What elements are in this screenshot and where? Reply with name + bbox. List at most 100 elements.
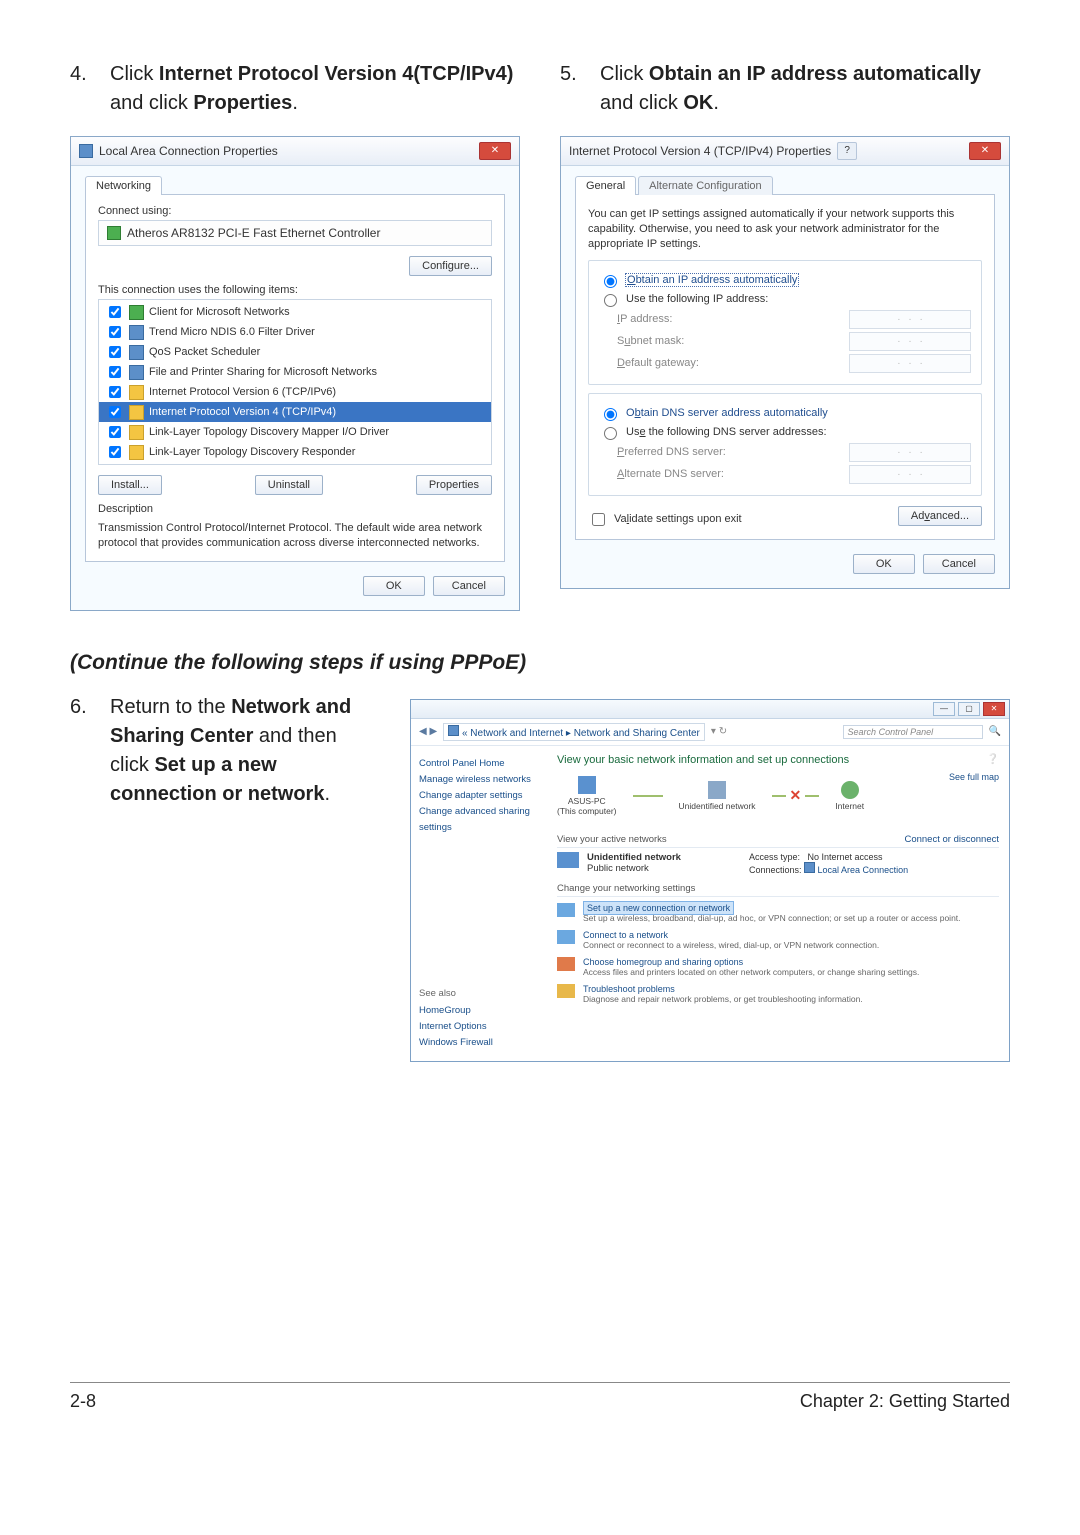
step-text: Click Internet Protocol Version 4(TCP/IP… [110,60,520,118]
ip-address-field: . . . [849,310,971,329]
cancel-button[interactable]: Cancel [923,554,995,574]
client-icon [129,305,144,320]
intro-text: You can get IP settings assigned automat… [588,207,982,252]
cancel-button[interactable]: Cancel [433,576,505,596]
gateway-label: Default gateway: [599,357,843,369]
see-also-label: See also [419,986,539,1002]
fileshare-icon [129,365,144,380]
configure-button[interactable]: Configure... [409,256,492,276]
task-connect-to-network[interactable]: Connect to a network Connect or reconnec… [557,930,999,951]
qos-icon [129,345,144,360]
sidebar-change-adapter[interactable]: Change adapter settings [419,788,539,804]
adapter-icon [107,226,121,240]
pref-dns-label: Preferred DNS server: [599,446,843,458]
radio-obtain-ip-auto[interactable]: Obtain an IP address automatically [599,272,971,288]
chapter-title: Chapter 2: Getting Started [800,1391,1010,1412]
tab-alternate-config[interactable]: Alternate Configuration [638,176,773,195]
list-item[interactable]: File and Printer Sharing for Microsoft N… [99,362,491,382]
see-full-map-link[interactable]: See full map [949,772,999,826]
radio-input[interactable] [604,427,617,440]
install-button[interactable]: Install... [98,475,162,495]
connect-disconnect-link[interactable]: Connect or disconnect [904,834,999,845]
item-checkbox[interactable] [109,426,121,438]
task-setup-new-connection[interactable]: Set up a new connection or network Set u… [557,903,999,924]
radio-input[interactable] [604,294,617,307]
step-number: 5. [560,60,582,118]
item-checkbox[interactable] [109,346,121,358]
connection-items-list[interactable]: Client for Microsoft Networks Trend Micr… [98,299,492,465]
radio-use-following-ip[interactable]: Use the following IP address: [599,291,971,307]
unidentified-network-label: Unidentified network [587,852,681,863]
close-button[interactable]: ✕ [983,702,1005,716]
list-item-selected[interactable]: Internet Protocol Version 4 (TCP/IPv4) [99,402,491,422]
description-label: Description [98,503,492,515]
item-checkbox[interactable] [109,446,121,458]
gateway-field: . . . [849,354,971,373]
list-item[interactable]: Trend Micro NDIS 6.0 Filter Driver [99,322,491,342]
lltd-mapper-icon [129,425,144,440]
ok-button[interactable]: OK [363,576,425,596]
validate-checkbox-row[interactable]: Validate settings upon exit [588,510,742,529]
radio-use-following-dns[interactable]: Use the following DNS server addresses: [599,424,971,440]
task-homegroup-sharing[interactable]: Choose homegroup and sharing options Acc… [557,957,999,978]
ok-button[interactable]: OK [853,554,915,574]
tab-general[interactable]: General [575,176,636,195]
list-item[interactable]: Link-Layer Topology Discovery Responder [99,442,491,462]
network-node-icon [708,781,726,799]
radio-input[interactable] [604,275,617,288]
breadcrumb: ◀ ▶ « Network and Internet ▸ Network and… [411,719,1009,746]
dialog-title: Internet Protocol Version 4 (TCP/IPv4) P… [569,144,831,158]
close-button[interactable]: ✕ [969,142,1001,160]
view-active-label: View your active networks [557,834,667,845]
uninstall-button[interactable]: Uninstall [255,475,323,495]
uses-label: This connection uses the following items… [98,284,492,296]
subnet-mask-label: Subnet mask: [599,335,843,347]
list-item[interactable]: QoS Packet Scheduler [99,342,491,362]
list-item[interactable]: Client for Microsoft Networks [99,302,491,322]
step-6: 6. Return to the Network and Sharing Cen… [70,693,370,809]
item-checkbox[interactable] [109,386,121,398]
task-troubleshoot[interactable]: Troubleshoot problems Diagnose and repai… [557,984,999,1005]
step-number: 4. [70,60,92,118]
item-checkbox[interactable] [109,366,121,378]
sidebar-manage-wireless[interactable]: Manage wireless networks [419,772,539,788]
ipv4-icon [129,405,144,420]
step-4: 4. Click Internet Protocol Version 4(TCP… [70,60,520,118]
item-checkbox[interactable] [109,326,121,338]
local-area-connection-link[interactable]: Local Area Connection [818,865,909,875]
close-button[interactable]: ✕ [479,142,511,160]
ip-address-label: IP address: [599,313,843,325]
sidebar-windows-firewall[interactable]: Windows Firewall [419,1035,539,1051]
radio-input[interactable] [604,408,617,421]
tab-networking[interactable]: Networking [85,176,162,195]
network-diagram: ASUS-PC(This computer) Unidentified netw… [557,776,864,816]
network-status-icon [557,852,579,868]
adapter-name: Atheros AR8132 PCI-E Fast Ethernet Contr… [127,226,380,240]
breadcrumb-icon [448,725,459,736]
search-input[interactable]: Search Control Panel [843,725,983,739]
list-item[interactable]: Link-Layer Topology Discovery Mapper I/O… [99,422,491,442]
item-checkbox[interactable] [109,406,121,418]
properties-button[interactable]: Properties [416,475,492,495]
change-settings-label: Change your networking settings [557,883,999,897]
advanced-button[interactable]: Advanced... [898,506,982,526]
list-item[interactable]: Internet Protocol Version 6 (TCP/IPv6) [99,382,491,402]
radio-obtain-dns-auto[interactable]: Obtain DNS server address automatically [599,405,971,421]
step-5: 5. Click Obtain an IP address automatica… [560,60,1010,118]
help-icon[interactable]: ❔ [987,754,999,772]
maximize-button[interactable]: ▢ [958,702,980,716]
sidebar-internet-options[interactable]: Internet Options [419,1019,539,1035]
main-heading: View your basic network information and … [557,754,849,766]
description-text: Transmission Control Protocol/Internet P… [98,521,492,551]
connect-using-label: Connect using: [98,205,492,217]
step-text: Click Obtain an IP address automatically… [600,60,1010,118]
connect-icon [557,930,575,944]
item-checkbox[interactable] [109,306,121,318]
sidebar-change-advanced-sharing[interactable]: Change advanced sharing settings [419,804,539,836]
minimize-button[interactable]: — [933,702,955,716]
sidebar-home[interactable]: Control Panel Home [419,756,539,772]
x-icon: ✕ [790,787,802,804]
validate-checkbox[interactable] [592,513,605,526]
sidebar-homegroup[interactable]: HomeGroup [419,1003,539,1019]
help-button[interactable]: ? [837,142,857,160]
